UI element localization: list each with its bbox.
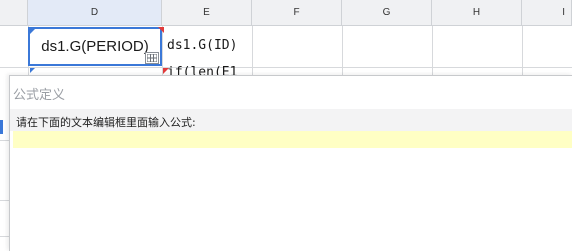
- fill-handle-icon[interactable]: [145, 52, 159, 64]
- column-header-e[interactable]: E: [162, 0, 252, 26]
- cell-marker-icon: [30, 68, 35, 73]
- gridline: [522, 26, 523, 76]
- gridline: [252, 26, 253, 76]
- cell-d1[interactable]: ds1.G(PERIOD): [28, 27, 162, 66]
- cell-marker-icon: [30, 29, 35, 34]
- column-header-g[interactable]: G: [342, 0, 432, 26]
- formula-prompt-label: 请在下面的文本编辑框里面输入公式:: [16, 116, 196, 129]
- column-header-d[interactable]: D: [28, 0, 162, 26]
- column-header-h[interactable]: H: [432, 0, 522, 26]
- column-header-i[interactable]: I: [522, 0, 572, 26]
- gridline: [342, 26, 343, 76]
- dialog-title: 公式定义: [13, 88, 66, 103]
- formula-current-line[interactable]: [13, 131, 572, 148]
- cell-e2[interactable]: if(len(E1: [167, 66, 237, 75]
- gridline: [0, 200, 9, 201]
- row-selection-indicator: [0, 120, 3, 134]
- cell-d1-value: ds1.G(PERIOD): [41, 38, 149, 55]
- cell-comment-marker-icon: [158, 27, 164, 33]
- gridline: [0, 140, 9, 141]
- gridline: [0, 67, 572, 68]
- column-header-f[interactable]: F: [252, 0, 342, 26]
- gridline: [432, 26, 433, 76]
- formula-editor[interactable]: [13, 148, 572, 251]
- cell-e1[interactable]: ds1.G(ID): [167, 38, 237, 53]
- gridline: [0, 236, 9, 237]
- formula-definition-dialog: 公式定义 请在下面的文本编辑框里面输入公式:: [9, 75, 572, 251]
- row-header-corner[interactable]: [0, 0, 28, 26]
